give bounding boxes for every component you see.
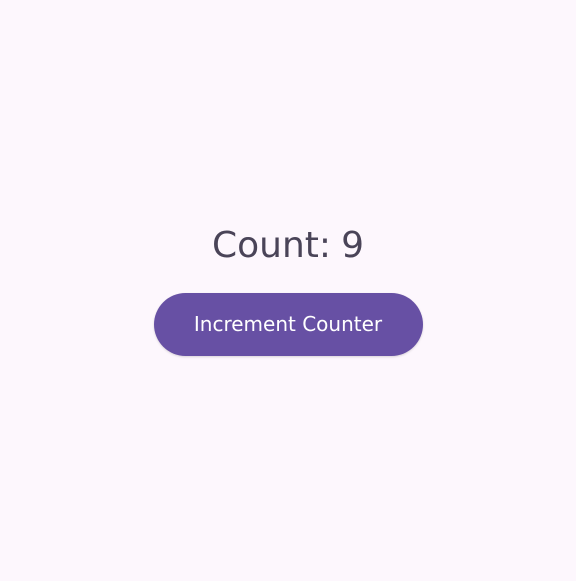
count-label: Count:: [212, 225, 332, 266]
count-value: 9: [341, 225, 364, 266]
count-display: Count: 9: [212, 222, 364, 270]
counter-content: Count: 9 Increment Counter: [0, 222, 576, 356]
increment-counter-button[interactable]: Increment Counter: [153, 293, 423, 356]
app-screen: Count: 9 Increment Counter: [0, 0, 576, 581]
